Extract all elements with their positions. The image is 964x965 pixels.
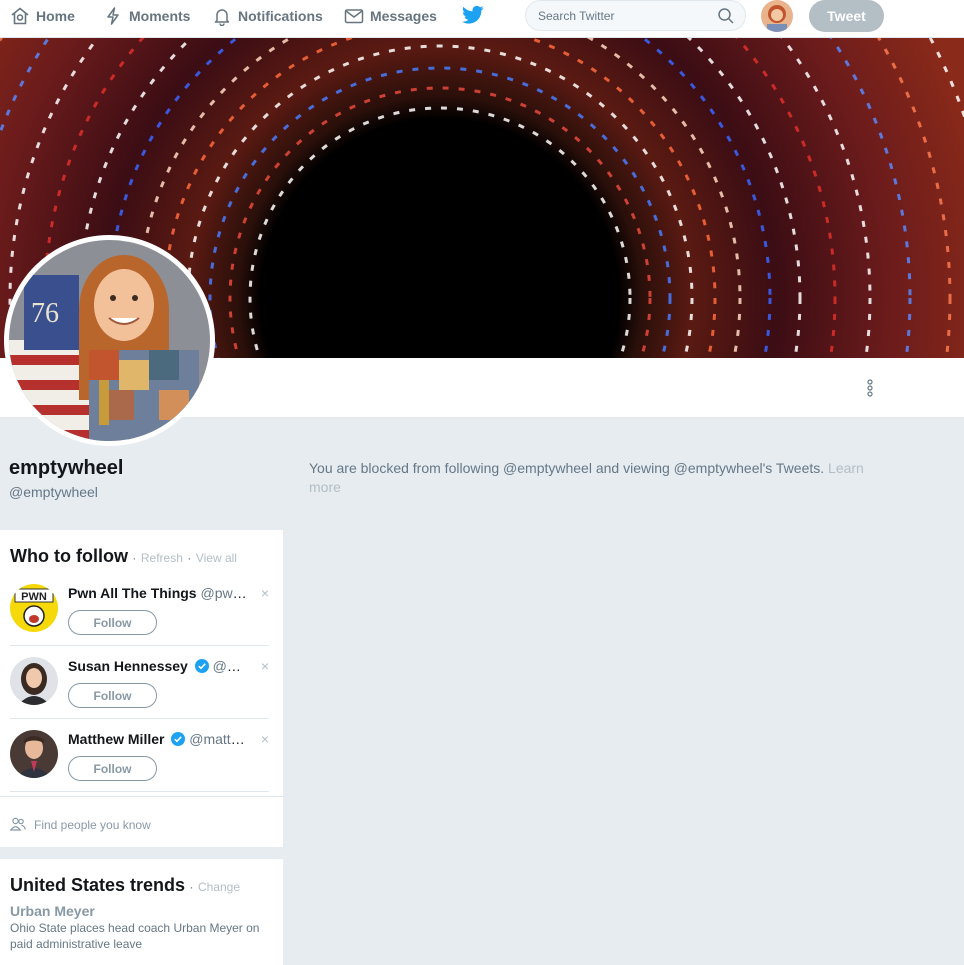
who-to-follow-module: Who to follow · Refresh · View all PWN P… — [0, 530, 283, 847]
who-to-follow-header: Who to follow · Refresh · View all — [10, 546, 237, 567]
suggestion-name: Matthew Miller — [68, 731, 165, 747]
follow-button[interactable]: Follow — [68, 683, 157, 708]
suggestion-row: Susan Hennessey @Susan_Hennessey Follow … — [10, 646, 269, 719]
suggestion-avatar[interactable] — [10, 657, 58, 705]
people-icon — [10, 817, 26, 831]
verified-badge-icon — [194, 659, 209, 673]
home-icon — [11, 7, 29, 25]
nav-moments[interactable]: Moments — [103, 0, 190, 32]
suggestion-avatar[interactable]: PWN — [10, 584, 58, 632]
separator-dot: · — [187, 551, 192, 565]
blocked-message: You are blocked from following @emptywhe… — [309, 460, 825, 476]
pwn-logo-image: PWN — [10, 584, 58, 632]
suggestion-name-line[interactable]: Pwn All The Things @pwnallthethings — [68, 585, 248, 601]
search-box — [525, 0, 746, 31]
find-people-link[interactable]: Find people you know — [0, 796, 283, 847]
top-navigation-bar: Home Moments Notifications Messages Twee… — [0, 0, 964, 38]
nav-home[interactable]: Home — [10, 0, 75, 32]
suggestion-handle: @pwnallthethings — [200, 585, 248, 601]
follow-button[interactable]: Follow — [68, 610, 157, 635]
woman-portrait-image — [10, 657, 58, 705]
who-to-follow-title: Who to follow — [10, 546, 128, 566]
suggestion-name-line[interactable]: Susan Hennessey @Susan_Hennessey — [68, 658, 248, 674]
view-all-link[interactable]: View all — [196, 551, 237, 565]
bell-icon — [214, 9, 230, 26]
search-icon[interactable] — [717, 7, 735, 25]
svg-text:PWN: PWN — [21, 591, 47, 603]
nav-moments-label: Moments — [129, 8, 191, 24]
nav-notifications[interactable]: Notifications — [212, 0, 323, 32]
search-input[interactable] — [526, 1, 696, 30]
trends-module: United States trends · Change Urban Meye… — [0, 859, 283, 965]
suggestion-name: Susan Hennessey — [68, 658, 188, 674]
envelope-icon — [344, 9, 364, 24]
separator-dot: · — [132, 551, 137, 565]
trend-description: Ohio State places head coach Urban Meyer… — [10, 921, 260, 951]
nav-notifications-label: Notifications — [238, 8, 323, 24]
nav-messages[interactable]: Messages — [344, 0, 437, 32]
suggestion-handle: @Susan_Hennessey — [212, 658, 248, 674]
suggestion-row: PWN Pwn All The Things @pwnallthethings … — [10, 573, 269, 646]
dismiss-icon[interactable]: × — [261, 585, 269, 601]
profile-avatar-image: 76 — [9, 240, 210, 441]
suggestion-avatar[interactable] — [10, 730, 58, 778]
account-avatar-image — [761, 0, 793, 32]
separator-dot: · — [189, 880, 194, 894]
suggestion-name: Pwn All The Things — [68, 585, 197, 601]
dismiss-icon[interactable]: × — [261, 731, 269, 747]
lightning-icon — [107, 7, 119, 25]
refresh-link[interactable]: Refresh — [141, 551, 183, 565]
profile-display-name: emptywheel — [9, 457, 124, 479]
nav-messages-label: Messages — [370, 8, 437, 24]
twitter-bird-icon[interactable] — [462, 5, 484, 25]
tweet-button[interactable]: Tweet — [809, 0, 884, 32]
blocked-notice: You are blocked from following @emptywhe… — [309, 459, 884, 497]
change-trends-link[interactable]: Change — [198, 880, 240, 894]
svg-text:76: 76 — [31, 298, 59, 329]
trends-title: United States trends — [10, 875, 186, 895]
dismiss-icon[interactable]: × — [261, 658, 269, 674]
suggestion-row: Matthew Miller @matthewamiller Follow × — [10, 719, 269, 792]
nav-home-label: Home — [36, 8, 75, 24]
profile-screen-name: @emptywheel — [9, 484, 98, 500]
account-avatar[interactable] — [761, 0, 793, 32]
find-people-label: Find people you know — [34, 818, 151, 832]
trend-name[interactable]: Urban Meyer — [10, 903, 95, 919]
profile-avatar[interactable]: 76 — [4, 235, 215, 446]
verified-badge-icon — [171, 732, 186, 746]
trends-header: United States trends · Change — [10, 875, 240, 896]
suggestion-name-line[interactable]: Matthew Miller @matthewamiller — [68, 731, 248, 747]
man-portrait-image — [10, 730, 58, 778]
follow-button[interactable]: Follow — [68, 756, 157, 781]
more-options-icon[interactable] — [862, 376, 878, 400]
suggestion-handle: @matthewamiller — [189, 731, 248, 747]
